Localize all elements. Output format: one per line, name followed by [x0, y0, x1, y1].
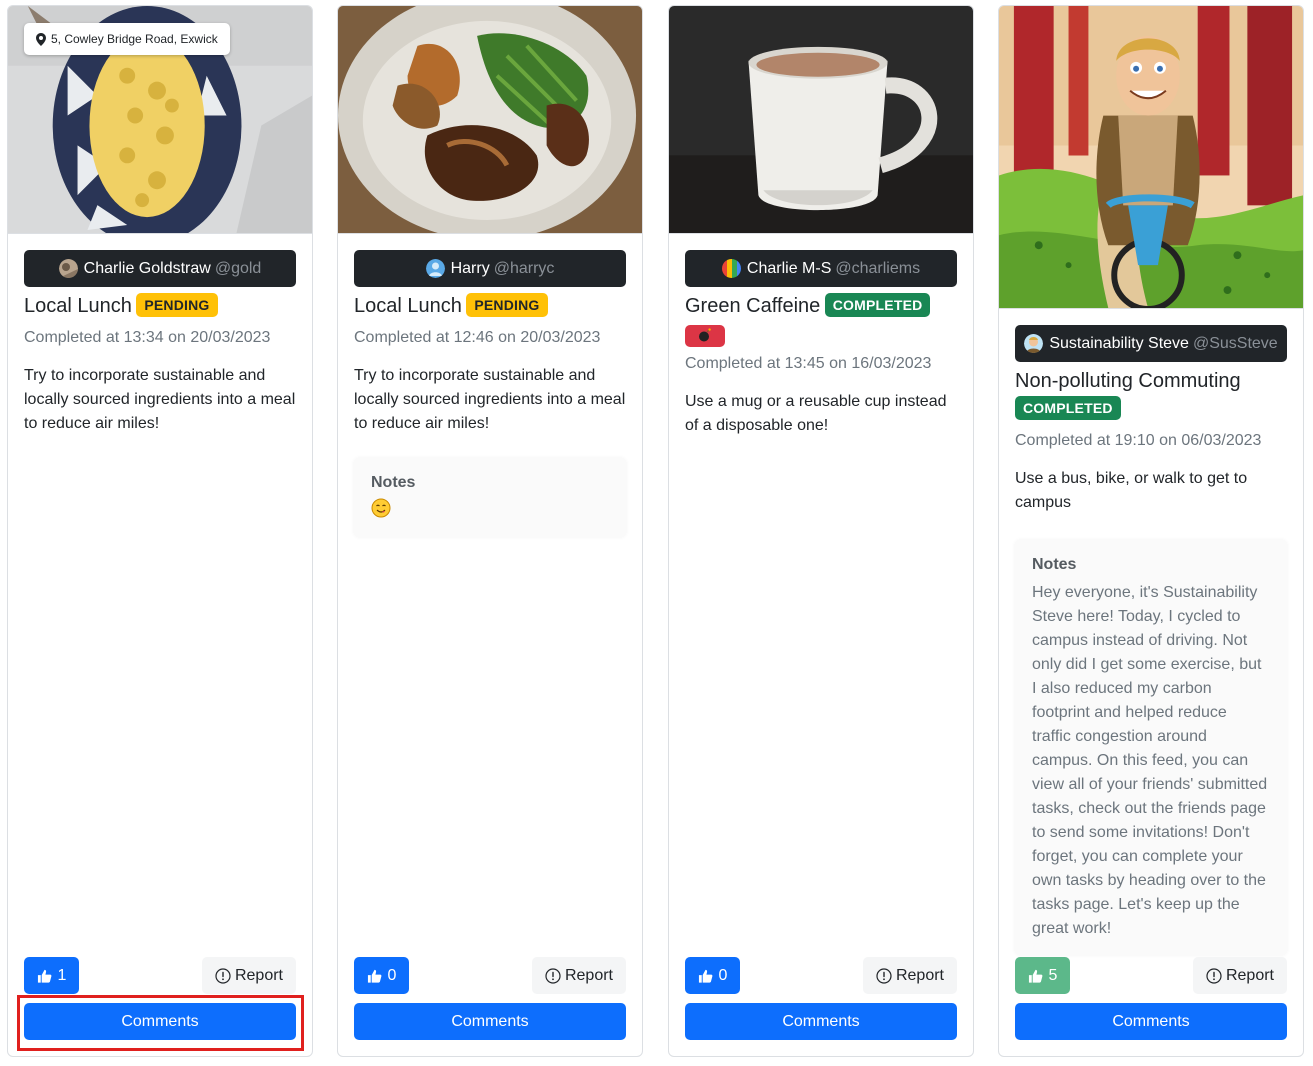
exclamation-circle-icon: [215, 967, 231, 984]
status-badge: PENDING: [136, 293, 218, 317]
thumbs-up-icon: [698, 969, 712, 983]
report-button[interactable]: Report: [531, 957, 626, 994]
user-chip[interactable]: Sustainability Steve @SusSteve: [1015, 325, 1287, 362]
report-button[interactable]: Report: [862, 957, 957, 994]
avatar: [1024, 334, 1044, 353]
report-button[interactable]: Report: [1192, 957, 1287, 994]
location-text: 5, Cowley Bridge Road, Exwick: [51, 32, 218, 46]
user-handle: @harryc: [493, 259, 555, 277]
post-photo-tea-mug: [669, 6, 973, 234]
report-label: Report: [234, 966, 283, 984]
post-photo-pasta: 5, Cowley Bridge Road, Exwick: [8, 6, 312, 234]
avatar: [58, 259, 78, 278]
post-photo-cyclist-illustration: [999, 6, 1303, 309]
user-handle: @SusSteve: [1192, 334, 1278, 352]
comments-button[interactable]: Comments: [1015, 1003, 1287, 1040]
task-title: Non-polluting Commuting: [1015, 370, 1241, 392]
notes-title: Notes: [371, 474, 416, 491]
like-button[interactable]: 1: [24, 957, 79, 994]
task-description: Use a bus, bike, or walk to get to campu…: [1015, 470, 1248, 511]
completed-time: Completed at 13:34 on 20/03/2023: [24, 329, 271, 346]
like-button[interactable]: 0: [685, 957, 740, 994]
status-badge: COMPLETED: [1015, 396, 1121, 420]
task-description: Try to incorporate sustainable and local…: [24, 367, 296, 432]
post-card: Charlie M-S @charliems Green Caffeine CO…: [668, 5, 974, 1057]
like-count: 0: [387, 966, 397, 984]
like-button[interactable]: 5: [1015, 957, 1070, 994]
avatar: [425, 259, 445, 278]
report-button[interactable]: Report: [201, 957, 296, 994]
report-label: Report: [564, 966, 613, 984]
like-count: 0: [718, 966, 728, 984]
post-card: Sustainability Steve @SusSteve Non-pollu…: [998, 5, 1304, 1057]
user-name: Harry: [450, 259, 490, 277]
bomb-emoji-badge: [685, 325, 725, 347]
task-description: Try to incorporate sustainable and local…: [354, 367, 626, 432]
post-card: 5, Cowley Bridge Road, Exwick Charlie Go…: [7, 5, 313, 1057]
post-photo-chicken-rice: [338, 6, 642, 234]
user-name: Charlie M-S: [746, 259, 832, 277]
comments-button[interactable]: Comments: [24, 1003, 296, 1040]
task-title: Green Caffeine: [685, 295, 821, 317]
like-count: 5: [1048, 966, 1058, 984]
notes-panel: Notes: [354, 458, 626, 537]
user-handle: @gold: [214, 259, 262, 277]
user-chip[interactable]: Charlie Goldstraw @gold: [24, 250, 296, 287]
comments-button[interactable]: Comments: [354, 1003, 626, 1040]
completed-time: Completed at 13:45 on 16/03/2023: [685, 355, 932, 372]
exclamation-circle-icon: [545, 967, 561, 984]
completed-time: Completed at 19:10 on 06/03/2023: [1015, 432, 1262, 449]
exclamation-circle-icon: [1206, 967, 1222, 984]
task-title: Local Lunch: [354, 295, 462, 317]
thumbs-up-icon: [367, 969, 381, 983]
status-badge: PENDING: [466, 293, 548, 317]
yum-face-emoji-icon: [371, 498, 391, 518]
report-label: Report: [1225, 966, 1274, 984]
thumbs-up-icon: [1028, 969, 1042, 983]
notes-title: Notes: [1032, 556, 1077, 573]
like-count: 1: [57, 966, 67, 984]
notes-text: Hey everyone, it's Sustainability Steve …: [1032, 584, 1268, 937]
post-card: Harry @harryc Local Lunch PENDING Comple…: [337, 5, 643, 1057]
location-chip: 5, Cowley Bridge Road, Exwick: [24, 23, 230, 55]
map-pin-icon: [36, 32, 46, 46]
task-title: Local Lunch: [24, 295, 132, 317]
notes-panel: Notes Hey everyone, it's Sustainability …: [1015, 540, 1287, 955]
avatar: [721, 259, 741, 278]
report-label: Report: [895, 966, 944, 984]
bomb-icon: [699, 328, 711, 342]
like-button[interactable]: 0: [354, 957, 409, 994]
user-chip[interactable]: Charlie M-S @charliems: [685, 250, 957, 287]
completed-time: Completed at 12:46 on 20/03/2023: [354, 329, 601, 346]
user-name: Charlie Goldstraw: [83, 259, 211, 277]
user-name: Sustainability Steve: [1049, 334, 1189, 352]
status-badge: COMPLETED: [824, 293, 931, 317]
user-handle: @charliems: [835, 259, 921, 277]
thumbs-up-icon: [37, 969, 51, 983]
exclamation-circle-icon: [876, 967, 892, 984]
task-description: Use a mug or a reusable cup instead of a…: [685, 393, 947, 434]
comments-button[interactable]: Comments: [685, 1003, 957, 1040]
user-chip[interactable]: Harry @harryc: [354, 250, 626, 287]
